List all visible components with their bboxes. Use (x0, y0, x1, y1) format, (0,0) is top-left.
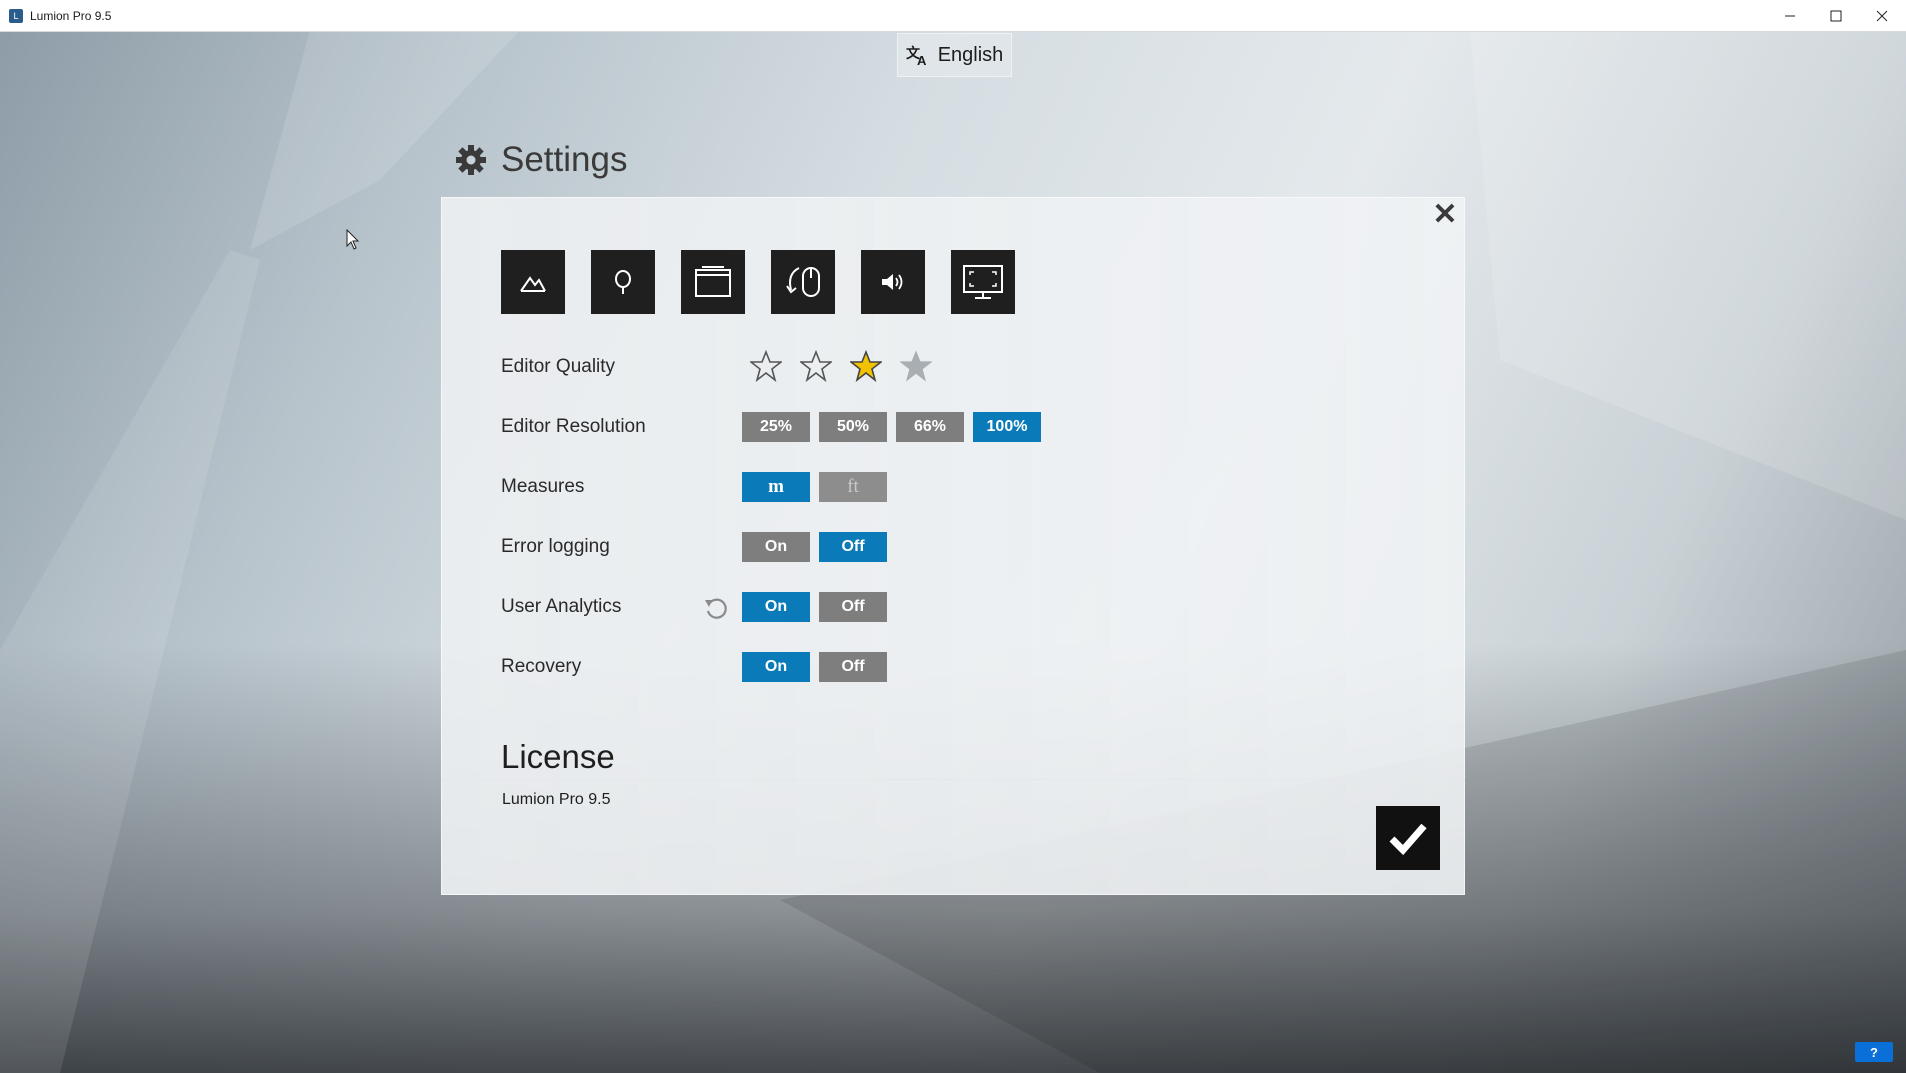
language-label: English (937, 43, 1004, 66)
tab-sound[interactable] (861, 250, 925, 314)
tab-mouse[interactable] (771, 250, 835, 314)
speaker-icon (882, 274, 903, 290)
user-analytics-label: User Analytics (501, 596, 622, 617)
mouse-cursor-icon (346, 229, 360, 250)
license-product: Lumion Pro 9.5 (502, 791, 611, 808)
error-logging-label: Error logging (501, 536, 610, 557)
license-heading: License (501, 738, 615, 775)
license-divider (441, 779, 1465, 780)
language-button[interactable]: 文 A English (897, 33, 1012, 77)
star-1-icon[interactable] (750, 350, 782, 382)
editor-quality-label: Editor Quality (501, 356, 616, 377)
tab-tree[interactable] (591, 250, 655, 314)
resolution-66-button[interactable]: 66% (896, 412, 964, 442)
tab-window[interactable] (681, 250, 745, 314)
landscape-icon (520, 276, 546, 292)
window-title: Lumion Pro 9.5 (30, 8, 112, 23)
settings-tabs (501, 250, 1015, 314)
resolution-50-button[interactable]: 50% (819, 412, 887, 442)
editor-resolution-label: Editor Resolution (501, 416, 646, 437)
measures-feet-button[interactable]: ft (819, 472, 887, 502)
tree-icon (615, 270, 631, 294)
window-icon (695, 266, 731, 297)
star-4-icon[interactable] (900, 350, 932, 382)
recovery-off-button[interactable]: Off (819, 652, 887, 682)
error-logging-off-button[interactable]: Off (819, 532, 887, 562)
tab-display[interactable] (951, 250, 1015, 314)
error-logging-on-button[interactable]: On (742, 532, 810, 562)
measures-label: Measures (501, 476, 585, 497)
tab-landscape[interactable] (501, 250, 565, 314)
maximize-icon[interactable] (1813, 0, 1859, 31)
recovery-on-button[interactable]: On (742, 652, 810, 682)
star-3-icon[interactable] (850, 350, 882, 382)
lumion-app-icon: L (9, 8, 23, 23)
user-analytics-off-button[interactable]: Off (819, 592, 887, 622)
settings-header: Settings (455, 140, 627, 180)
translate-icon: 文 A (906, 45, 927, 66)
user-analytics-on-button[interactable]: On (742, 592, 810, 622)
resolution-100-button[interactable]: 100% (973, 412, 1041, 442)
minimize-icon[interactable] (1767, 0, 1813, 31)
close-icon[interactable] (1859, 0, 1905, 31)
resolution-25-button[interactable]: 25% (742, 412, 810, 442)
star-2-icon[interactable] (800, 350, 832, 382)
monitor-icon (963, 265, 1003, 299)
help-button[interactable]: ? (1855, 1042, 1893, 1062)
reset-icon[interactable] (703, 596, 729, 622)
window-titlebar: L Lumion Pro 9.5 (0, 0, 1906, 32)
close-settings-icon[interactable]: ✕ (1432, 200, 1458, 230)
measures-metric-button[interactable]: m (742, 472, 810, 502)
recovery-label: Recovery (501, 656, 582, 677)
svg-text:A: A (917, 53, 927, 66)
confirm-button[interactable] (1376, 806, 1440, 870)
gear-icon (456, 145, 486, 175)
page-title: Settings (501, 140, 628, 179)
checkmark-icon (1389, 823, 1427, 855)
mouse-icon (786, 267, 820, 297)
